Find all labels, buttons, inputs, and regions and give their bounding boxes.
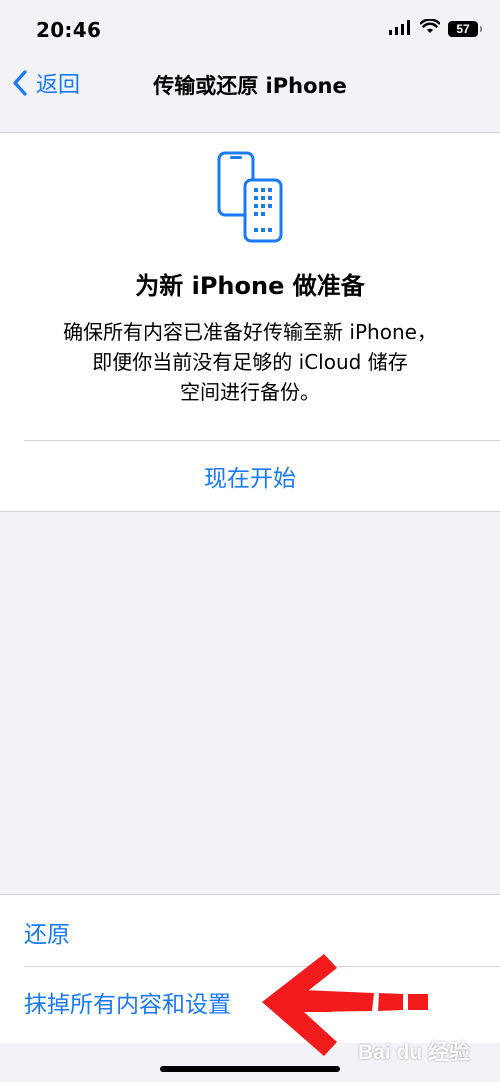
- prepare-card: 为新 iPhone 做准备 确保所有内容已准备好传输至新 iPhone， 即便你…: [0, 133, 500, 512]
- status-bar: 20:46 57: [0, 0, 500, 58]
- navigation-bar: 返回 传输或还原 iPhone: [0, 58, 500, 133]
- description-line: 空间进行备份。: [180, 380, 320, 404]
- start-now-button[interactable]: 现在开始: [0, 441, 500, 511]
- baidu-watermark: Bai du 经验: [358, 1041, 471, 1064]
- battery-icon: 57: [448, 21, 482, 37]
- prepare-title: 为新 iPhone 做准备: [135, 272, 365, 300]
- phone-transfer-icon: [214, 151, 288, 251]
- status-icons: 57: [388, 18, 482, 39]
- home-indicator[interactable]: [160, 1066, 340, 1072]
- status-time: 20:46: [36, 18, 102, 42]
- wifi-icon: [419, 18, 441, 39]
- page-title: 传输或还原 iPhone: [153, 74, 347, 98]
- prepare-description: 确保所有内容已准备好传输至新 iPhone， 即便你当前没有足够的 iCloud…: [30, 317, 470, 407]
- description-line: 确保所有内容已准备好传输至新 iPhone，: [63, 320, 437, 344]
- description-line: 即便你当前没有足够的 iCloud 储存: [92, 350, 408, 374]
- signal-icon: [388, 19, 412, 39]
